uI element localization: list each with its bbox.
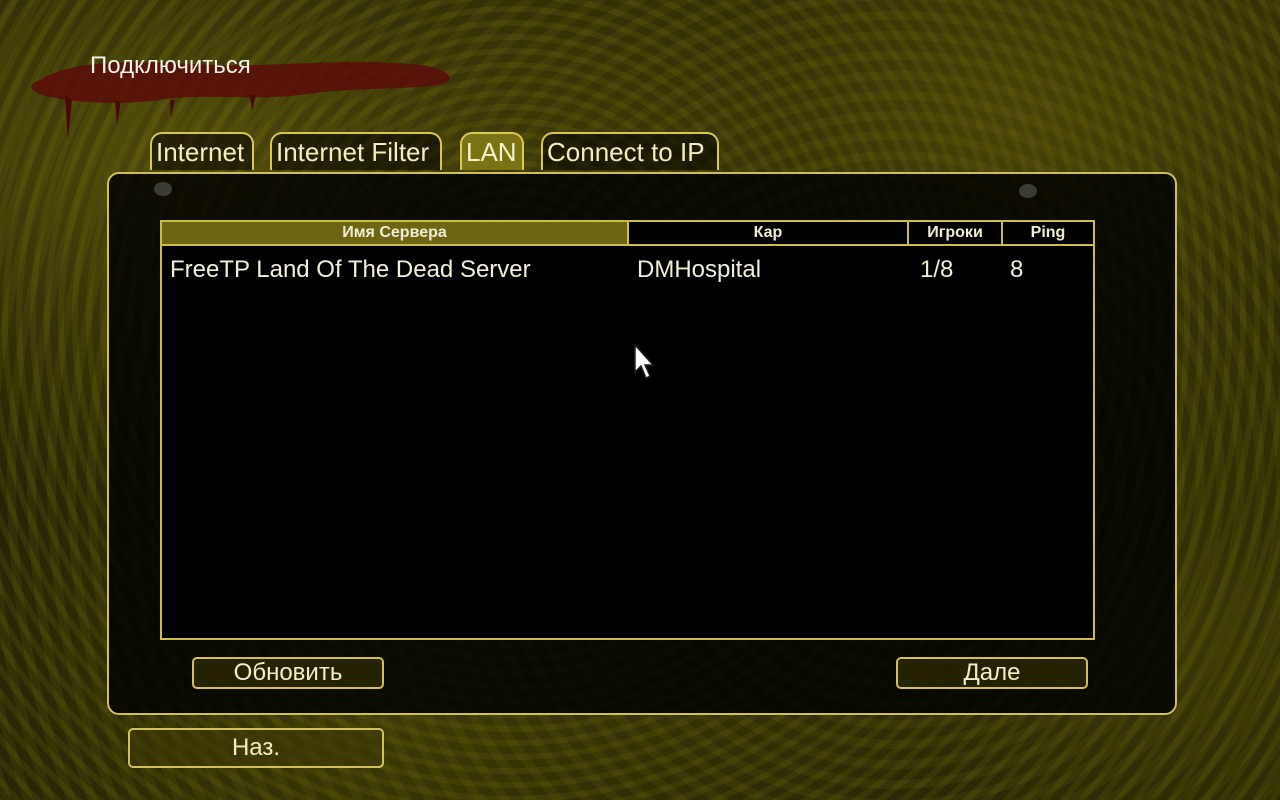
rivet-decoration (154, 182, 172, 196)
column-header-ping[interactable]: Ping (1003, 222, 1093, 244)
rivet-decoration (1019, 184, 1037, 198)
table-row[interactable]: FreeTP Land Of The Dead Server DMHospita… (162, 252, 1093, 288)
next-button[interactable]: Дале (896, 657, 1088, 689)
screen-title: Подключиться (90, 52, 251, 79)
back-button[interactable]: Наз. (128, 728, 384, 768)
tab-connect-to-ip[interactable]: Connect to IP (541, 132, 719, 170)
ping-cell: 8 (1010, 256, 1024, 283)
column-header-server-name[interactable]: Имя Сервера (162, 222, 629, 244)
tab-lan[interactable]: LAN (460, 132, 524, 170)
server-name-cell: FreeTP Land Of The Dead Server (170, 256, 531, 283)
column-header-map[interactable]: Кар (629, 222, 909, 244)
tab-internet[interactable]: Internet (150, 132, 254, 170)
map-cell: DMHospital (637, 256, 762, 283)
refresh-button[interactable]: Обновить (192, 657, 384, 689)
server-list-header: Имя Сервера Кар Игроки Ping (162, 222, 1093, 246)
players-cell: 1/8 (920, 256, 954, 283)
mouse-cursor-icon (634, 344, 655, 380)
server-list[interactable]: Имя Сервера Кар Игроки Ping FreeTP Land … (160, 220, 1095, 640)
tab-internet-filter[interactable]: Internet Filter (270, 132, 442, 170)
column-header-players[interactable]: Игроки (909, 222, 1003, 244)
